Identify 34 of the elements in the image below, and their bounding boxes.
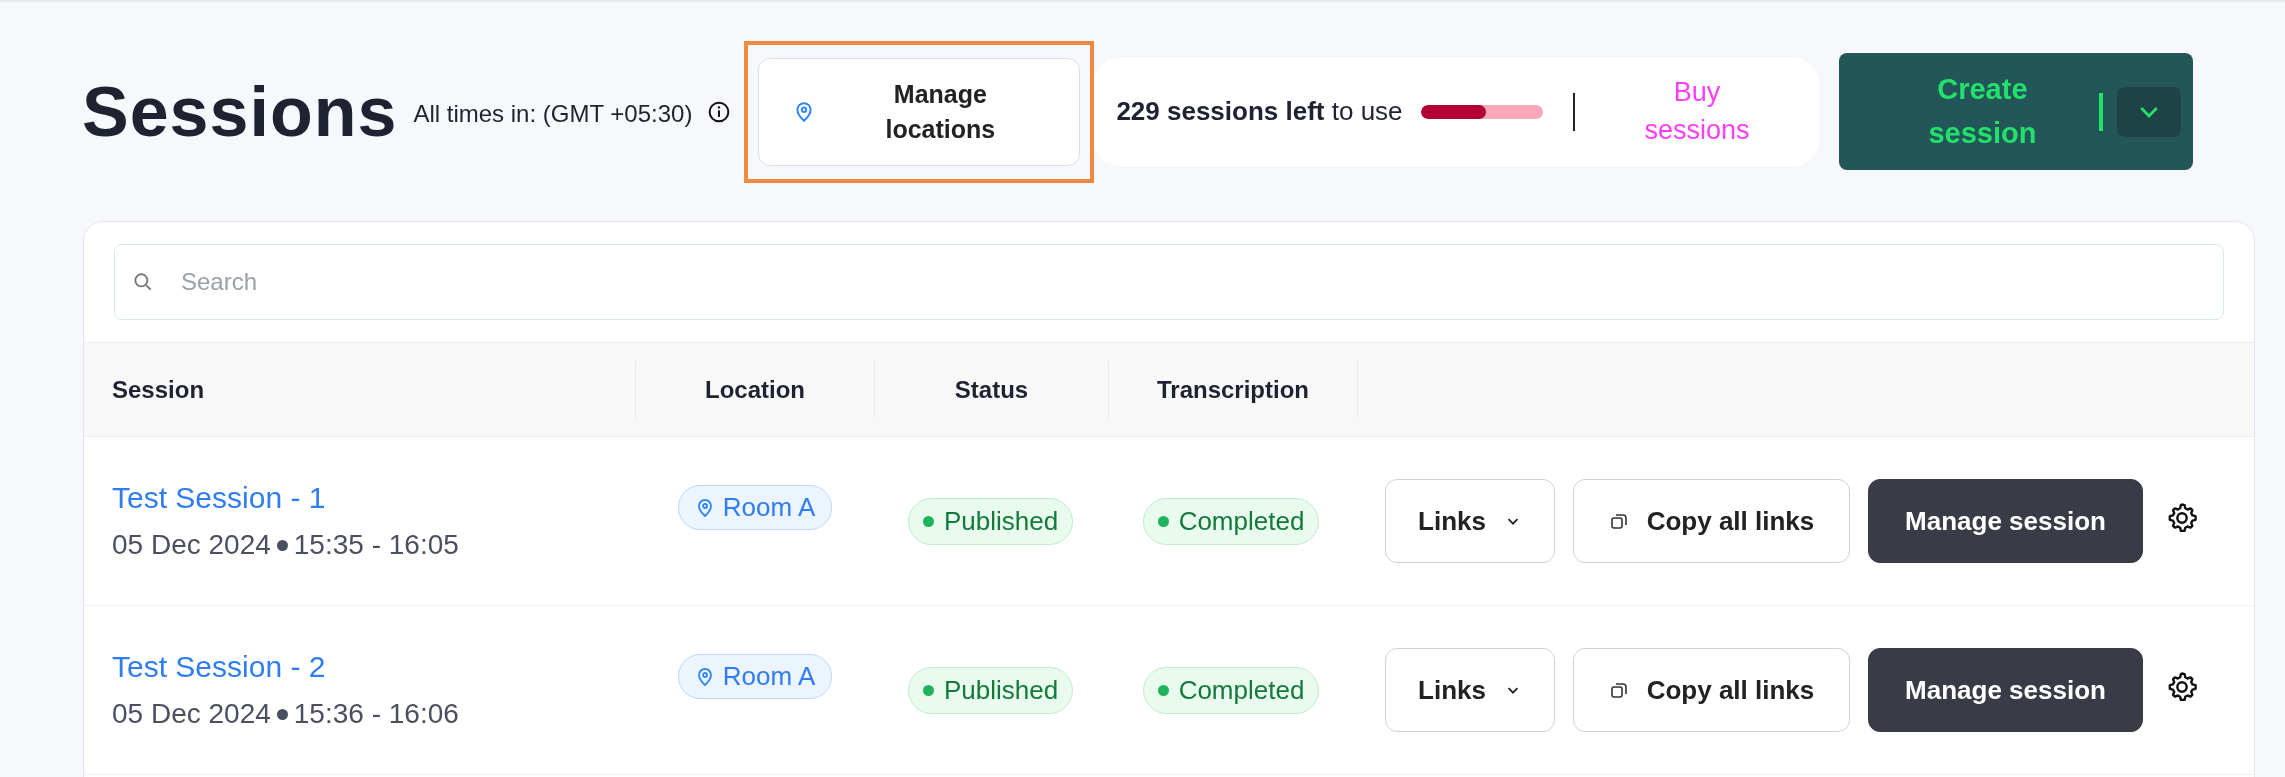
copy-icon <box>1608 511 1629 531</box>
copy-links-button[interactable]: Copy all links <box>1573 648 1850 732</box>
search-icon <box>132 271 154 293</box>
links-button[interactable]: Links <box>1385 479 1555 563</box>
transcription-badge: Completed <box>1142 666 1320 714</box>
column-header: Location <box>705 375 805 404</box>
column-header: Transcription <box>1157 375 1309 404</box>
separator-dot <box>276 539 288 551</box>
copy-icon <box>1608 680 1629 700</box>
session-link[interactable]: Test Session - 2 <box>112 650 326 684</box>
column-header: Session <box>112 375 205 404</box>
sessions-left-text: 229 sessions left to use <box>1116 96 1403 127</box>
column-header: Status <box>954 375 1029 404</box>
session-time: 15:35 - 16:05 <box>293 529 459 561</box>
create-session-button[interactable]: Create session <box>1839 53 2194 170</box>
manage-session-button[interactable]: Manage session <box>1868 479 2143 563</box>
links-button[interactable]: Links <box>1385 648 1555 732</box>
status-badge: Published <box>907 666 1074 714</box>
search-field[interactable]: Search <box>114 244 2224 320</box>
transcription-badge: Completed <box>1142 497 1320 545</box>
location-label: Room A <box>722 492 816 523</box>
manage-session-button[interactable]: Manage session <box>1868 648 2143 732</box>
location-label: Room A <box>722 661 816 692</box>
session-link[interactable]: Test Session - 1 <box>112 481 326 515</box>
session-date: 05 Dec 2024 <box>112 529 271 561</box>
session-date: 05 Dec 2024 <box>112 698 271 730</box>
info-icon[interactable] <box>708 100 731 123</box>
manage-locations-button[interactable]: Manage locations <box>758 57 1081 166</box>
session-time: 15:36 - 16:06 <box>293 698 459 730</box>
copy-links-button[interactable]: Copy all links <box>1573 479 1850 563</box>
status-badge: Published <box>907 497 1074 545</box>
separator-dot <box>276 708 288 720</box>
page-title: Sessions <box>82 71 398 152</box>
timezone-label: All times in: (GMT +05:30) <box>413 99 693 128</box>
